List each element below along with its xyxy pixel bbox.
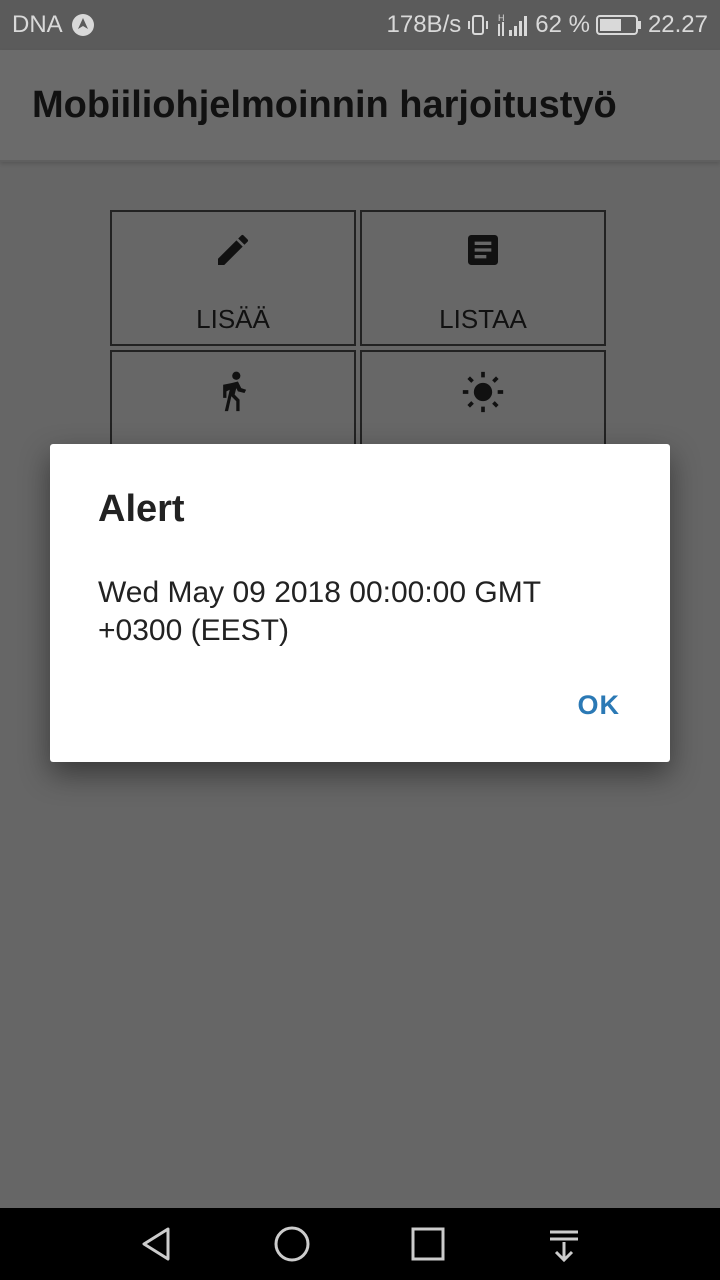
data-rate: 178B/s [386, 11, 462, 38]
dialog-message: Wed May 09 2018 00:00:00 GMT +0300 (EEST… [98, 576, 541, 647]
recents-icon[interactable] [406, 1222, 450, 1266]
home-icon[interactable] [270, 1222, 314, 1266]
battery-icon [595, 13, 642, 37]
vibrate-icon [467, 13, 489, 37]
status-bar: DNA 178B/s H 62 % 22.27 [0, 0, 720, 50]
dialog-title: Alert [98, 488, 185, 530]
alert-dialog: Alert Wed May 09 2018 00:00:00 GMT +0300… [50, 444, 670, 762]
menu-grid: LISÄÄ LISTAA [110, 210, 610, 446]
battery-percent: 62 % [535, 11, 590, 38]
app-bar: Mobiiliohjelmoinnin harjoitustyö [0, 50, 720, 162]
list-tile-button[interactable]: LISTAA [360, 210, 606, 346]
signal-icon: H [495, 12, 529, 38]
navigation-app-icon [71, 13, 95, 37]
sun-icon [362, 370, 604, 414]
walk-tile-button[interactable] [110, 350, 356, 446]
document-list-icon [362, 230, 604, 270]
add-tile-label: LISÄÄ [196, 304, 270, 334]
ok-button[interactable]: OK [578, 690, 621, 721]
back-icon[interactable] [134, 1222, 178, 1266]
add-tile-button[interactable]: LISÄÄ [110, 210, 356, 346]
list-tile-label: LISTAA [439, 304, 527, 334]
app-title: Mobiiliohjelmoinnin harjoitustyö [32, 84, 617, 126]
pencil-icon [112, 230, 354, 270]
clock: 22.27 [647, 11, 708, 38]
notification-pull-icon[interactable] [542, 1222, 586, 1266]
walking-person-icon [112, 370, 354, 416]
navigation-bar [0, 1208, 720, 1280]
svg-text:H: H [498, 13, 505, 23]
carrier-label: DNA [12, 11, 63, 38]
weather-tile-button[interactable] [360, 350, 606, 446]
